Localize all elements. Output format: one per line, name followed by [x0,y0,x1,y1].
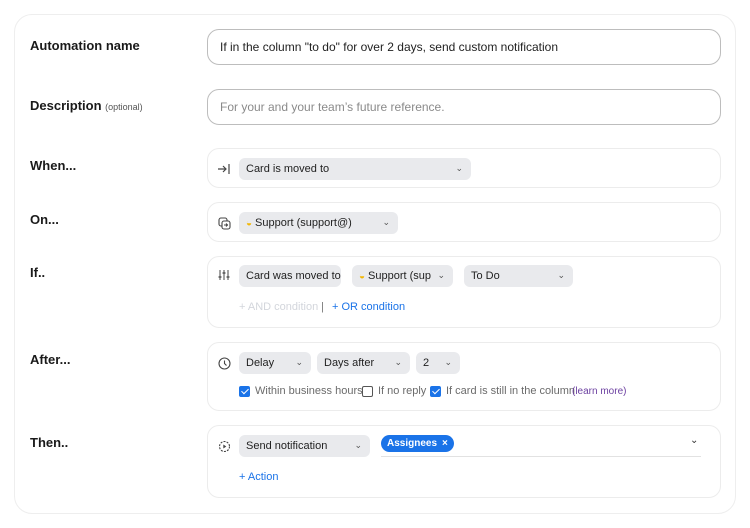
handshake-emoji-icon: ◒ [246,217,253,229]
column-value: To Do [471,270,500,282]
description-label: Description (optional) [30,98,143,113]
inbox-value: Support (support@) [255,217,352,229]
still-in-column-label: If card is still in the column [446,385,575,397]
still-in-column-checkbox[interactable] [430,386,441,397]
if-label: If.. [30,265,46,280]
after-label: After... [30,352,71,367]
chevron-down-icon: ⌄ [394,357,402,367]
inbox-switch-icon [217,216,231,230]
business-hours-label: Within business hours [255,385,363,397]
after-section: Delay ⌄ Days after ⌄ 2 ⌄ Within business… [207,342,721,411]
learn-more-link[interactable]: (learn more) [572,386,626,397]
chevron-down-icon: ⌄ [295,357,303,367]
column-select[interactable]: To Do ⌄ [464,265,573,287]
arrow-to-bar-icon [217,162,231,176]
no-reply-label: If no reply [378,385,427,397]
delay-amount-value: 2 [423,357,430,369]
when-section: Card is moved to ⌄ [207,148,721,188]
chevron-down-icon: ⌄ [382,217,390,227]
on-section: ◒ Support (support@) ⌄ [207,202,721,242]
gear-play-icon [217,439,231,453]
delay-amount-select[interactable]: 2 ⌄ [416,352,460,374]
action-value: Send notification [246,440,328,452]
description-input[interactable] [207,89,721,125]
remove-recipient-icon[interactable]: × [442,438,448,449]
add-and-condition-link[interactable]: + AND condition [239,301,318,313]
delay-select[interactable]: Delay ⌄ [239,352,311,374]
chevron-down-icon: ⌄ [444,357,452,367]
when-label: When... [30,158,77,173]
inbox-select[interactable]: ◒ Support (support@) ⌄ [239,212,398,234]
add-or-condition-link[interactable]: + OR condition [332,301,405,313]
trigger-select[interactable]: Card is moved to ⌄ [239,158,471,180]
sliders-icon [217,268,231,282]
then-label: Then.. [30,435,69,450]
then-section: Send notification ⌄ Assignees × ⌄ + Acti… [207,425,721,498]
condition-inbox-value: Support (sup [368,270,432,282]
recipient-chip: Assignees × [381,435,454,452]
add-action-link[interactable]: + Action [239,471,278,483]
chevron-down-icon: ⌄ [557,270,565,280]
delay-unit-select[interactable]: Days after ⌄ [317,352,410,374]
automation-name-label: Automation name [30,38,140,53]
description-label-text: Description [30,98,102,113]
condition-inbox-select[interactable]: ◒ Support (sup ⌄ [352,265,453,287]
optional-hint: (optional) [105,102,143,112]
clock-icon [217,356,231,370]
action-select[interactable]: Send notification ⌄ [239,435,370,457]
chevron-down-icon: ⌄ [455,163,463,173]
condition-value: Card was moved to [246,270,341,282]
condition-select[interactable]: Card was moved to [239,265,341,287]
delay-unit-value: Days after [324,357,375,369]
chevron-down-icon: ⌄ [354,440,362,450]
business-hours-checkbox[interactable] [239,386,250,397]
on-label: On... [30,212,59,227]
condition-separator: | [321,301,324,313]
recipients-field-underline [381,456,701,457]
trigger-value: Card is moved to [246,163,330,175]
handshake-emoji-icon: ◒ [359,270,366,282]
recipient-chip-label: Assignees [387,438,438,449]
recipients-dropdown-chevron-icon[interactable]: ⌄ [690,435,698,446]
chevron-down-icon: ⌄ [437,270,445,280]
if-section: Card was moved to ◒ Support (sup ⌄ To Do… [207,256,721,328]
delay-value: Delay [246,357,275,369]
automation-name-input[interactable] [207,29,721,65]
no-reply-checkbox[interactable] [362,386,373,397]
